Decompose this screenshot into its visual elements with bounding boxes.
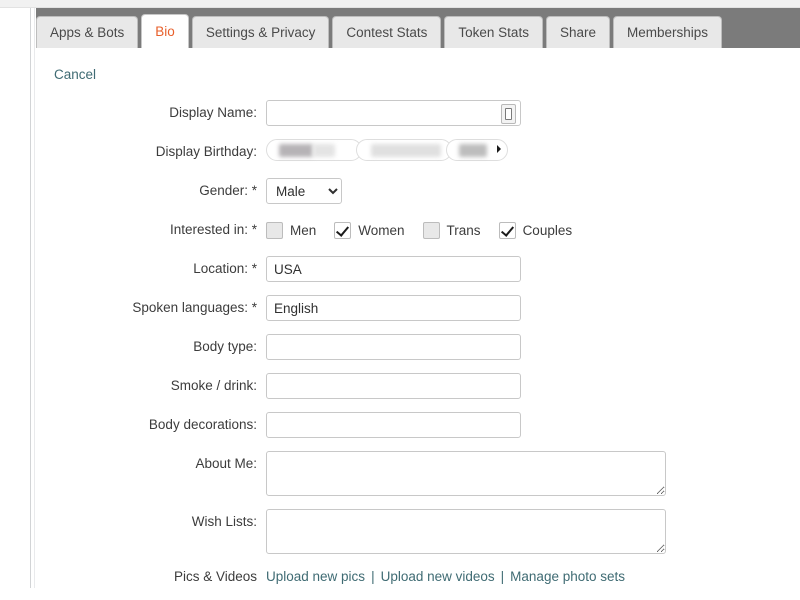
- tab-settings-and-privacy[interactable]: Settings & Privacy: [191, 16, 330, 48]
- body-type-input[interactable]: [266, 334, 521, 360]
- row-display-birthday: Display Birthday:: [36, 139, 736, 165]
- page-root: Apps & Bots Bio Settings & Privacy Conte…: [0, 0, 800, 588]
- row-gender: Gender: * MaleFemaleTransCouple: [36, 178, 736, 204]
- location-input[interactable]: [266, 256, 521, 282]
- chevron-down-icon: [497, 145, 501, 153]
- checkbox-trans-box[interactable]: [422, 221, 440, 239]
- checkbox-men-box[interactable]: [266, 221, 283, 239]
- tab-contest-stats[interactable]: Contest Stats: [332, 16, 442, 48]
- birthday-day-select[interactable]: [356, 139, 452, 161]
- checkbox-women-label: Women: [358, 222, 405, 238]
- field-body-type: [266, 334, 521, 360]
- wish-lists-textarea[interactable]: [266, 509, 666, 554]
- field-display-birthday: [266, 139, 508, 161]
- field-interested-in: Men Women Trans Couples: [266, 217, 590, 243]
- checkbox-couples-box[interactable]: [498, 221, 516, 239]
- label-pics-and-videos: Pics & Videos: [173, 569, 257, 584]
- tab-apps-and-bots[interactable]: Apps & Bots: [36, 16, 139, 48]
- tab-bio[interactable]: Bio: [141, 14, 189, 48]
- label-wish-lists: Wish Lists:: [191, 514, 257, 529]
- upload-new-videos-link[interactable]: Upload new videos: [381, 567, 495, 587]
- birthday-month-select[interactable]: [266, 139, 362, 161]
- field-location: [266, 256, 521, 282]
- row-smoke-drink: Smoke / drink:: [36, 373, 736, 399]
- bio-form: Display Name: Display Birthday: Gender: …: [36, 100, 736, 600]
- label-body-type: Body type:: [193, 339, 257, 354]
- label-spoken-languages: Spoken languages: *: [132, 300, 257, 315]
- panel-inner-edge: [34, 8, 35, 588]
- row-body-decorations: Body decorations:: [36, 412, 736, 438]
- label-display-name: Display Name:: [169, 105, 257, 120]
- label-body-decorations: Body decorations:: [148, 417, 257, 432]
- row-spoken-languages: Spoken languages: *: [36, 295, 736, 321]
- checkbox-couples[interactable]: Couples: [498, 221, 573, 239]
- field-gender: MaleFemaleTransCouple: [266, 178, 342, 204]
- gender-select[interactable]: MaleFemaleTransCouple: [266, 178, 342, 204]
- manage-photo-sets-link[interactable]: Manage photo sets: [510, 567, 625, 587]
- checkbox-trans[interactable]: Trans: [422, 221, 481, 239]
- field-wish-lists: [266, 509, 666, 554]
- field-body-decorations: [266, 412, 521, 438]
- label-about-me: About Me:: [195, 456, 257, 471]
- label-display-birthday: Display Birthday:: [155, 144, 257, 159]
- body-decorations-input[interactable]: [266, 412, 521, 438]
- tab-bar: Apps & Bots Bio Settings & Privacy Conte…: [36, 14, 725, 48]
- birthday-year-select[interactable]: [446, 139, 508, 161]
- checkbox-women-box[interactable]: [334, 221, 352, 239]
- checkbox-couples-label: Couples: [522, 222, 573, 238]
- row-wish-lists: Wish Lists:: [36, 509, 736, 554]
- upload-new-pics-link[interactable]: Upload new pics: [266, 567, 365, 587]
- field-spoken-languages: [266, 295, 521, 321]
- checkbox-women[interactable]: Women: [334, 221, 405, 239]
- tab-share[interactable]: Share: [545, 16, 610, 48]
- row-about-me: About Me:: [36, 451, 736, 496]
- checkbox-trans-label: Trans: [446, 222, 481, 238]
- about-me-textarea[interactable]: [266, 451, 666, 496]
- field-about-me: [266, 451, 666, 496]
- label-gender: Gender: *: [199, 183, 257, 198]
- label-smoke-drink: Smoke / drink:: [170, 378, 257, 393]
- row-location: Location: *: [36, 256, 736, 282]
- field-pics-and-videos: Upload new pics | Upload new videos | Ma…: [266, 567, 625, 587]
- interested-in-checkbox-group: Men Women Trans Couples: [266, 217, 590, 243]
- spoken-languages-input[interactable]: [266, 295, 521, 321]
- label-location: Location: *: [193, 261, 257, 276]
- tab-memberships[interactable]: Memberships: [612, 16, 723, 48]
- link-separator-2: |: [500, 569, 505, 584]
- row-body-type: Body type:: [36, 334, 736, 360]
- checkbox-men-label: Men: [290, 222, 317, 238]
- field-display-name: [266, 100, 521, 126]
- checkbox-men[interactable]: Men: [266, 221, 317, 239]
- cancel-link[interactable]: Cancel: [54, 67, 96, 82]
- row-interested-in: Interested in: * Men Women Trans Couples: [36, 217, 736, 243]
- window-top-strip: [0, 0, 800, 8]
- tab-token-stats[interactable]: Token Stats: [444, 16, 543, 48]
- pics-videos-link-group: Upload new pics | Upload new videos | Ma…: [266, 567, 625, 587]
- smoke-drink-input[interactable]: [266, 373, 521, 399]
- display-name-input[interactable]: [266, 100, 521, 126]
- field-smoke-drink: [266, 373, 521, 399]
- row-display-name: Display Name:: [36, 100, 736, 126]
- form-autofill-icon[interactable]: [501, 104, 516, 124]
- label-interested-in: Interested in: *: [169, 222, 257, 237]
- birthday-select-group: [266, 139, 508, 161]
- row-pics-and-videos: Pics & Videos Upload new pics | Upload n…: [36, 567, 736, 587]
- link-separator-1: |: [371, 569, 375, 584]
